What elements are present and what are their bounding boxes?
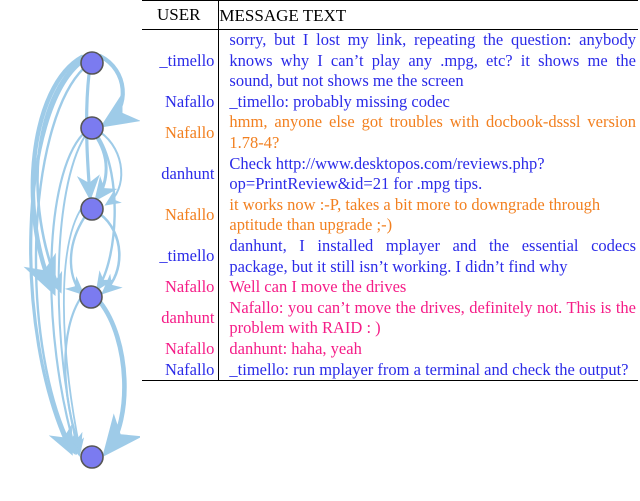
message-user: Nafallo <box>164 205 215 225</box>
conversation-graph <box>0 0 140 501</box>
table-row: _timello danhunt, I installed mplayer and… <box>142 235 638 278</box>
column-header-message: MESSAGE TEXT <box>218 1 638 29</box>
page-root: USER MESSAGE TEXT _timello sorry, but I l… <box>0 0 640 501</box>
message-text: it works now :-P, takes a bit more to do… <box>218 194 638 236</box>
graph-node-1[interactable] <box>80 51 104 75</box>
message-text: danhunt: haha, yeah <box>218 338 638 360</box>
message-user: _timello <box>159 50 215 70</box>
message-user: danhunt <box>161 308 215 328</box>
message-user: _timello <box>159 246 215 266</box>
message-user: Nafallo <box>164 277 215 297</box>
table-row: danhunt Check http://www.desktopos.com/re… <box>142 153 638 195</box>
graph-node-5[interactable] <box>80 445 104 469</box>
message-user: Nafallo <box>164 359 215 379</box>
graph-edges <box>23 53 140 458</box>
conversation-table: USER MESSAGE TEXT _timello sorry, but I l… <box>142 0 638 382</box>
message-user: danhunt <box>161 163 215 183</box>
column-header-user: USER <box>156 5 201 24</box>
table-row: Nafallo danhunt: haha, yeah <box>142 338 638 360</box>
table-row: Nafallo hmm, anyone else got troubles wit… <box>142 112 638 154</box>
table-row: Nafallo Well can I move the drives <box>142 277 638 298</box>
message-user: Nafallo <box>164 338 215 358</box>
message-text: Nafallo: you can’t move the drives, defi… <box>218 297 638 339</box>
table-row: Nafallo _timello: probably missing codec <box>142 91 638 113</box>
graph-nodes <box>79 51 104 469</box>
table-row: danhunt Nafallo: you can’t move the drive… <box>142 297 638 339</box>
graph-node-4[interactable] <box>79 285 103 309</box>
table-row: Nafallo _timello: run mplayer from a term… <box>142 359 638 381</box>
table-row: _timello sorry, but I lost my link, repea… <box>142 30 638 92</box>
message-text: _timello: run mplayer from a terminal an… <box>218 359 638 381</box>
graph-node-3[interactable] <box>80 197 104 221</box>
message-text: hmm, anyone else got troubles with docbo… <box>218 112 638 154</box>
message-text: _timello: probably missing codec <box>218 91 638 113</box>
table-bottom-rule <box>142 380 638 382</box>
message-text: Check http://www.desktopos.com/reviews.p… <box>218 153 638 195</box>
message-user: Nafallo <box>164 91 215 111</box>
table-row: Nafallo it works now :-P, takes a bit mor… <box>142 194 638 236</box>
graph-node-2[interactable] <box>80 116 104 140</box>
graph-svg <box>23 51 140 469</box>
message-text: sorry, but I lost my link, repeating the… <box>218 30 638 92</box>
message-user: Nafallo <box>164 122 215 142</box>
table-header-row: USER MESSAGE TEXT <box>142 1 638 29</box>
message-text: Well can I move the drives <box>218 277 638 298</box>
message-text: danhunt, I installed mplayer and the ess… <box>218 235 638 278</box>
